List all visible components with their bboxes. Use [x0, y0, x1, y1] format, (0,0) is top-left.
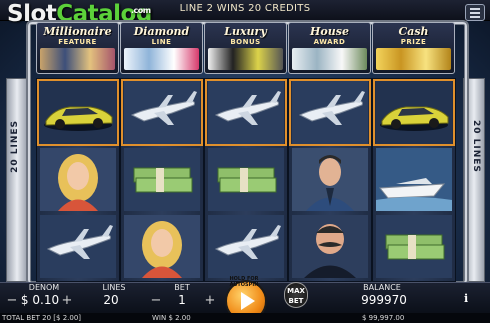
gold-coins-art: [376, 48, 451, 70]
cars-art: [208, 48, 283, 70]
bet-value: 1: [178, 293, 186, 307]
reel-4: [288, 78, 372, 282]
gems-art: [124, 48, 199, 70]
reel-2: [120, 78, 204, 282]
private-jet-icon: [208, 215, 284, 278]
lines-value: 20: [103, 293, 119, 307]
private-jet-symbol: [205, 213, 287, 280]
jackpot-title: Luxury: [224, 25, 267, 38]
denom-minus-button[interactable]: −: [6, 293, 18, 308]
cash-stack-icon: [124, 148, 200, 211]
info-button[interactable]: i: [464, 292, 468, 305]
total-bet-status: TOTAL BET 20 [$ 2.00]: [2, 314, 82, 322]
blonde-woman-icon: [124, 215, 200, 278]
jackpot-cash: Cash PRIZE: [372, 22, 455, 74]
sports-car-icon: [40, 81, 116, 144]
status-bar: TOTAL BET 20 [$ 2.00] WIN $ 2.00 $ 99,99…: [0, 313, 490, 323]
autospin-hint: HOLD FOR AUTOSPIN: [229, 276, 259, 288]
bet-plus-button[interactable]: +: [204, 293, 216, 308]
cash-stack-symbol: [373, 213, 455, 280]
jackpot-diamond: Diamond LINE: [120, 22, 203, 74]
jackpot-title: House: [310, 25, 349, 38]
private-jet-symbol: [121, 79, 203, 146]
mustache-tycoon-symbol: [289, 213, 371, 280]
jackpot-title: Cash: [398, 25, 429, 38]
blonde-woman-symbol: [37, 146, 119, 213]
jackpot-sub: AWARD: [313, 38, 346, 46]
balance-label: BALANCE: [363, 283, 401, 292]
dollar-sign: $: [20, 293, 29, 307]
max-bet-button[interactable]: MAX BET: [284, 282, 308, 308]
cash-stack-symbol: [121, 146, 203, 213]
lines-label-left: 20 LINES: [10, 120, 20, 173]
denom-value: $ 0.10: [18, 293, 62, 307]
private-jet-symbol: [37, 213, 119, 280]
jackpot-sub: LINE: [151, 38, 172, 46]
businessman-symbol: [289, 146, 371, 213]
reel-1: [36, 78, 120, 282]
left-pillar: [6, 78, 28, 282]
menu-icon-bar: [470, 8, 480, 10]
balance-value: 999970: [361, 293, 407, 307]
jackpot-title: Millionaire: [43, 25, 112, 38]
play-icon: [241, 292, 255, 310]
denom-plus-button[interactable]: +: [61, 293, 73, 308]
reel-grid: [36, 78, 456, 282]
lines-label: LINES: [102, 283, 126, 292]
jackpot-sub: FEATURE: [58, 38, 97, 46]
private-jet-icon: [124, 81, 200, 144]
private-jet-icon: [40, 215, 116, 278]
denom-amount: 0.10: [32, 293, 60, 307]
cash-stack-symbol: [205, 146, 287, 213]
jackpot-sub: PRIZE: [400, 38, 427, 46]
bet-label: BET: [174, 283, 190, 292]
blonde-woman-symbol: [121, 213, 203, 280]
menu-icon-bar: [470, 16, 480, 18]
cash-stack-icon: [208, 148, 284, 211]
denom-label: DENOM: [28, 283, 60, 292]
game-stage: LINE 2 WINS 20 CREDITS SlotCatalog .com …: [0, 0, 490, 323]
mustache-tycoon-icon: [292, 215, 368, 278]
jackpot-row: Millionaire FEATURE Diamond LINE Luxury …: [36, 22, 456, 74]
lines-label-right: 20 LINES: [471, 120, 481, 173]
menu-icon-bar: [470, 12, 480, 14]
private-jet-icon: [208, 81, 284, 144]
private-jet-icon: [292, 81, 368, 144]
sports-car-icon: [376, 81, 452, 144]
people-portrait-art: [40, 48, 115, 70]
private-jet-symbol: [289, 79, 371, 146]
blonde-woman-icon: [40, 148, 116, 211]
businessman-icon: [292, 148, 368, 211]
sports-car-symbol: [37, 79, 119, 146]
yacht-symbol: [373, 146, 455, 213]
jackpot-house: House AWARD: [288, 22, 371, 74]
win-status: WIN $ 2.00: [152, 314, 191, 322]
jackpot-millionaire: Millionaire FEATURE: [36, 22, 119, 74]
sports-car-symbol: [373, 79, 455, 146]
menu-button[interactable]: [465, 4, 485, 21]
reel-3: [204, 78, 288, 282]
watermark-tld: .com: [131, 6, 151, 15]
jackpot-title: Diamond: [133, 25, 190, 38]
private-jet-symbol: [205, 79, 287, 146]
balance-status: $ 99,997.00: [362, 314, 405, 322]
yacht-icon: [376, 148, 452, 211]
jackpot-sub: BONUS: [230, 38, 261, 46]
reel-5: [372, 78, 456, 282]
house-art: [292, 48, 367, 70]
jackpot-luxury: Luxury BONUS: [204, 22, 287, 74]
bet-minus-button[interactable]: −: [150, 293, 162, 308]
cash-stack-icon: [376, 215, 452, 278]
